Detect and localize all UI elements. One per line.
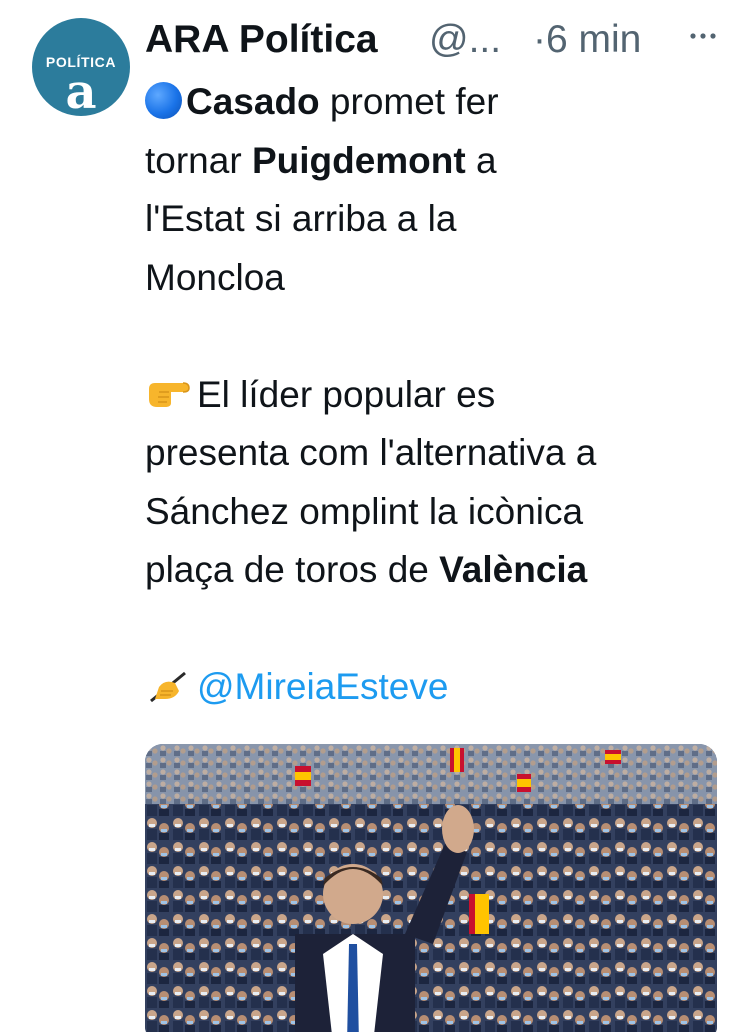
avatar-logo: a: [65, 64, 97, 116]
tweet-header: ARA Política @... ·6 min: [145, 14, 745, 66]
more-dots-icon[interactable]: [685, 14, 725, 66]
tweet-media-photo[interactable]: [145, 744, 717, 1032]
text-bold-valencia: València: [439, 549, 588, 590]
tweet-line: Casado promet fer: [145, 73, 743, 132]
text-bold-puigdemont: Puigdemont: [251, 139, 466, 181]
tweet-text: Casado promet fer tornar Puigdemont a l'…: [145, 73, 743, 717]
tweet-line: tornar Puigdemont a: [145, 132, 743, 191]
tweet-line: Moncloa: [145, 256, 285, 298]
writing-hand-icon: [145, 664, 193, 704]
tweet-line: l'Estat si arriba a la: [145, 198, 457, 239]
tweet-line: El líder popular es: [145, 366, 743, 425]
text-fragment: El líder popular es: [197, 373, 496, 415]
author-display-name[interactable]: ARA Política: [145, 14, 378, 66]
text-fragment: a: [465, 139, 497, 181]
blue-circle-icon: [145, 82, 182, 119]
tweet-timestamp[interactable]: ·6 min: [533, 14, 641, 66]
tweet-line: @MireiaEsteve: [145, 658, 743, 717]
avatar[interactable]: POLÍTICA a: [32, 18, 130, 116]
crowd-photo: [145, 744, 717, 1032]
tweet-line: plaça de toros de València: [145, 541, 743, 600]
tweet-line: presenta com l'alternativa a: [145, 432, 597, 473]
tweet-line: Sánchez omplint la icònica: [145, 490, 584, 532]
text-fragment: promet fer: [319, 81, 499, 122]
pointing-right-hand-icon: [145, 372, 193, 412]
text-fragment: tornar: [145, 139, 252, 181]
text-bold-casado: Casado: [186, 81, 320, 122]
author-handle[interactable]: @...: [429, 14, 501, 66]
text-fragment: plaça de toros de: [145, 549, 440, 590]
mention-link[interactable]: @MireiaEsteve: [197, 666, 448, 707]
